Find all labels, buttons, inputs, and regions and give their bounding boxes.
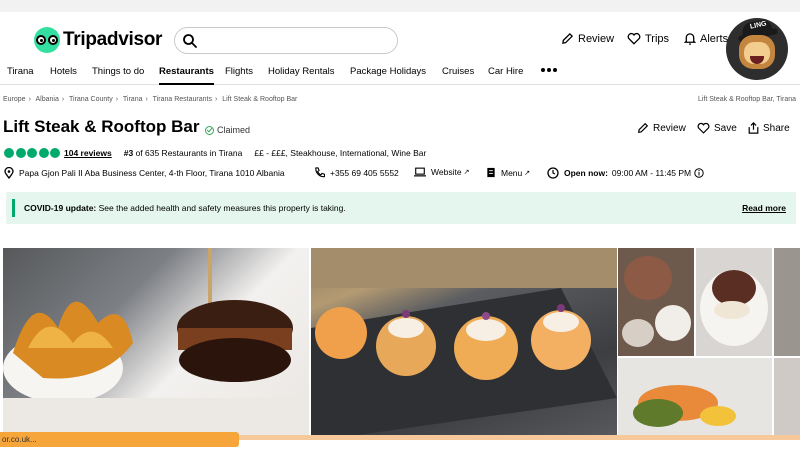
photo-thumbnail[interactable] [774, 358, 800, 436]
phone-text: +355 69 405 5552 [330, 167, 399, 178]
breadcrumb-item: Lift Steak & Rooftop Bar [222, 96, 298, 103]
breadcrumb-item[interactable]: Tirana [123, 96, 143, 103]
search-icon [183, 34, 197, 48]
website-link[interactable]: Website ↗ [414, 167, 469, 177]
covid-title: COVID-19 update: [24, 203, 97, 213]
menu-text: Menu [501, 167, 523, 178]
category-nav: Tirana Hotels Things to do Restaurants F… [0, 60, 800, 85]
clock-icon [547, 167, 559, 179]
breadcrumb-item[interactable]: Tirana County [69, 96, 113, 103]
photo-steak-plate[interactable] [696, 248, 772, 356]
save-label: Save [714, 122, 737, 134]
header-trips-label: Trips [645, 32, 670, 45]
save-button[interactable]: Save [697, 122, 737, 134]
review-label: Review [653, 122, 686, 134]
tripadvisor-logo[interactable]: Tripadvisor [34, 27, 162, 53]
open-now-label: Open now: [564, 168, 608, 178]
page: Tripadvisor Review Trips Alerts LING Tir… [0, 12, 800, 450]
logo-text: Tripadvisor [63, 29, 163, 50]
header-alerts-button[interactable]: Alerts [684, 32, 728, 45]
top-strip [0, 0, 800, 12]
external-link-icon: ↗ [524, 169, 531, 177]
bell-icon [684, 33, 696, 45]
map-pin-icon [4, 167, 14, 179]
photo-burger-chips[interactable] [3, 248, 309, 436]
opening-hours[interactable]: Open now: 09:00 AM - 11:45 PM [547, 167, 709, 179]
check-circle-icon [205, 125, 214, 135]
hours-text: 09:00 AM - 11:45 PM [611, 168, 692, 178]
header-trips-button[interactable]: Trips [627, 32, 669, 45]
rank-text: of 635 Restaurants in Tirana [133, 148, 243, 158]
read-more-link[interactable]: Read more [742, 203, 786, 213]
header-review-button[interactable]: Review [561, 32, 614, 45]
owl-icon [34, 27, 60, 53]
share-button[interactable]: Share [748, 122, 790, 134]
search-input[interactable] [174, 27, 398, 54]
website-text: Website [431, 167, 462, 177]
claimed-label: Claimed [217, 125, 251, 135]
nav-item-tirana[interactable]: Tirana [7, 66, 34, 77]
nav-item-cruises[interactable]: Cruises [442, 66, 474, 77]
ranking[interactable]: #3 of 635 Restaurants in Tirana [124, 148, 243, 158]
nav-item-holiday-rentals[interactable]: Holiday Rentals [268, 66, 335, 77]
browser-status-url: or.co.uk... [0, 432, 239, 447]
nav-item-things-to-do[interactable]: Things to do [92, 66, 144, 77]
address-text: Papa Gjon Pali II Aba Business Center, 4… [19, 168, 285, 178]
breadcrumb-item[interactable]: Albania [35, 96, 58, 103]
page-title: Lift Steak & Rooftop Bar [3, 117, 200, 136]
laptop-icon [414, 167, 426, 177]
phone-link[interactable]: +355 69 405 5552 [314, 167, 399, 178]
nav-item-hotels[interactable]: Hotels [50, 66, 77, 77]
claimed-badge[interactable]: Claimed [205, 125, 250, 135]
cuisine-tags[interactable]: ££ - £££, Steakhouse, International, Win… [254, 148, 426, 158]
external-link-icon: ↗ [463, 169, 470, 176]
info-icon [694, 168, 704, 178]
nav-item-package-holidays[interactable]: Package Holidays [350, 66, 426, 77]
nav-item-flights[interactable]: Flights [225, 66, 253, 77]
header-review-label: Review [578, 32, 615, 45]
reviews-link[interactable]: 104 reviews [64, 148, 112, 158]
breadcrumb: Europe › Albania › Tirana County › Tirana › … [3, 96, 298, 103]
nav-item-restaurants[interactable]: Restaurants [159, 66, 214, 85]
nav-item-car-hire[interactable]: Car Hire [488, 66, 523, 77]
covid-message: See the added health and safety measures… [96, 203, 346, 213]
address-link[interactable]: Papa Gjon Pali II Aba Business Center, 4… [4, 167, 285, 179]
menu-book-icon [487, 167, 495, 178]
heart-icon [627, 32, 641, 45]
site-header: Tripadvisor Review Trips Alerts LING [0, 12, 800, 80]
breadcrumb-item[interactable]: Tirana Restaurants [153, 96, 212, 103]
write-review-button[interactable]: Review [637, 122, 686, 134]
covid-text: COVID-19 update: See the added health an… [24, 203, 346, 213]
more-icon[interactable] [541, 68, 557, 72]
photo-gallery [0, 248, 800, 438]
phone-icon [315, 167, 325, 178]
rating-bubbles [4, 148, 60, 158]
pencil-icon [562, 32, 574, 44]
rank-number: #3 [123, 148, 134, 158]
rating-row: 104 reviews #3 of 635 Restaurants in Tir… [4, 148, 426, 158]
breadcrumb-location: Lift Steak & Rooftop Bar, Tirana [697, 96, 796, 103]
header-alerts-label: Alerts [700, 32, 729, 45]
photo-thumbnail[interactable] [774, 248, 800, 356]
photo-salmon-dish[interactable] [618, 358, 772, 436]
heart-icon [697, 122, 710, 134]
pencil-icon [637, 122, 649, 134]
breadcrumb-item[interactable]: Europe [3, 96, 26, 103]
menu-link[interactable]: Menu ↗ [486, 167, 530, 178]
photo-appetizer-plate[interactable] [311, 248, 617, 436]
photo-steak-platter[interactable] [618, 248, 694, 356]
covid-banner: COVID-19 update: See the added health an… [6, 192, 796, 224]
share-icon [748, 122, 759, 134]
share-label: Share [763, 122, 790, 134]
